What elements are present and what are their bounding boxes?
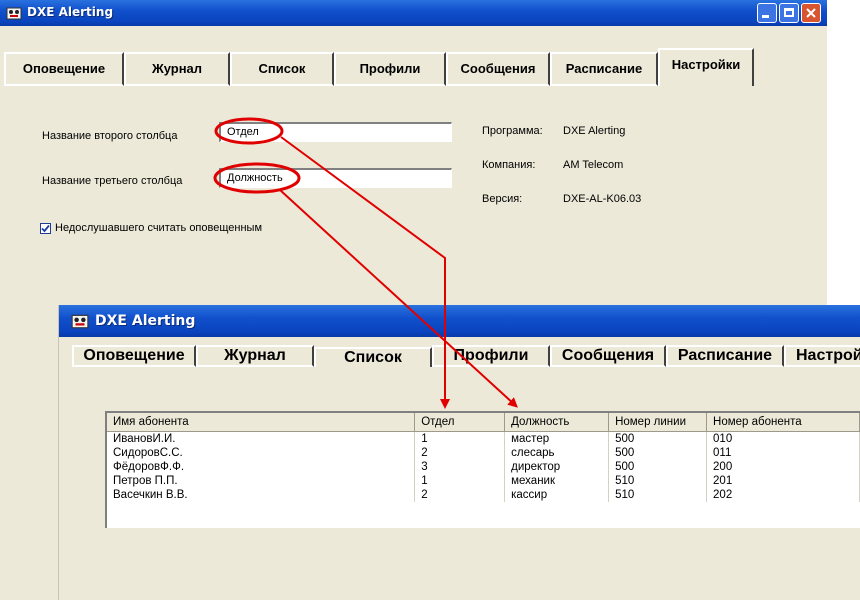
tab-schedule[interactable]: Расписание xyxy=(550,52,658,86)
tab-journal[interactable]: Журнал xyxy=(196,345,314,367)
table-row[interactable]: ИвановИ.И. 1 мастер 500 010 xyxy=(107,431,860,446)
tab-list[interactable]: Список xyxy=(230,52,334,86)
tab-profiles[interactable]: Профили xyxy=(334,52,446,86)
column-header-line-number[interactable]: Номер линии xyxy=(608,413,708,432)
tab-settings-label: Настройки xyxy=(796,347,860,364)
window-title: DXE Alerting xyxy=(27,5,114,19)
cell-name: ИвановИ.И. xyxy=(107,431,416,446)
table-row[interactable]: ФёдоровФ.Ф. 3 директор 500 200 xyxy=(107,460,860,474)
cell-position: кассир xyxy=(504,488,610,502)
close-icon xyxy=(806,8,816,18)
tab-settings[interactable]: Настройки xyxy=(658,48,754,86)
cell-line-number: 510 xyxy=(608,488,708,502)
cell-department: 1 xyxy=(414,431,506,446)
tab-bar: Оповещение Журнал Список Профили Сообщен… xyxy=(4,48,754,86)
cell-position: слесарь xyxy=(504,446,610,460)
maximize-button[interactable] xyxy=(779,3,799,23)
tab-list[interactable]: Список xyxy=(314,347,432,367)
cell-name: ФёдоровФ.Ф. xyxy=(107,460,416,474)
cell-line-number: 500 xyxy=(608,431,708,446)
cell-department: 2 xyxy=(414,446,506,460)
cell-line-number: 510 xyxy=(608,474,708,488)
check-icon xyxy=(41,224,50,233)
tab-alerting[interactable]: Оповещение xyxy=(72,345,196,367)
cell-line-number: 500 xyxy=(608,446,708,460)
app-icon xyxy=(6,7,22,20)
cell-name: СидоровС.С. xyxy=(107,446,416,460)
cell-position: мастер xyxy=(504,431,610,446)
title-bar[interactable]: DXE Alerting xyxy=(0,0,827,26)
cell-subscriber-number: 202 xyxy=(706,488,860,502)
third-column-input[interactable]: Должность xyxy=(219,168,452,188)
minimize-button[interactable] xyxy=(757,3,777,23)
third-column-label: Название третьего столбца xyxy=(42,175,183,187)
column-header-department[interactable]: Отдел xyxy=(414,413,506,432)
count-partial-listeners-label: Недослушавшего считать оповещенным xyxy=(55,222,263,234)
tab-journal[interactable]: Журнал xyxy=(124,52,230,86)
app-icon xyxy=(71,314,89,329)
company-value: AM Telecom xyxy=(563,159,624,171)
tab-alerting[interactable]: Оповещение xyxy=(4,52,124,86)
table-row[interactable]: Петров П.П. 1 механик 510 201 xyxy=(107,474,860,488)
table-row[interactable]: Васечкин В.В. 2 кассир 510 202 xyxy=(107,488,860,502)
cell-line-number: 500 xyxy=(608,460,708,474)
tab-profiles[interactable]: Профили xyxy=(432,345,550,367)
cell-subscriber-number: 010 xyxy=(706,431,860,446)
window-title: DXE Alerting xyxy=(95,313,196,329)
cell-position: директор xyxy=(504,460,610,474)
cell-department: 2 xyxy=(414,488,506,502)
second-column-label: Название второго столбца xyxy=(42,130,178,142)
cell-subscriber-number: 201 xyxy=(706,474,860,488)
list-tab-bar: Оповещение Журнал Список Профили Сообщен… xyxy=(72,345,860,367)
cell-department: 3 xyxy=(414,460,506,474)
version-value: DXE-AL-K06.03 xyxy=(563,193,642,205)
subscriber-table[interactable]: Имя абонента Отдел Должность Номер линии… xyxy=(105,411,860,528)
tab-settings-partial[interactable]: Настройки xyxy=(784,345,860,367)
close-button[interactable] xyxy=(801,3,821,23)
cell-name: Петров П.П. xyxy=(107,474,416,488)
cell-department: 1 xyxy=(414,474,506,488)
version-label: Версия: xyxy=(482,193,523,205)
tab-messages[interactable]: Сообщения xyxy=(550,345,666,367)
company-label: Компания: xyxy=(482,159,536,171)
cell-subscriber-number: 011 xyxy=(706,446,860,460)
column-header-position[interactable]: Должность xyxy=(504,413,610,432)
second-column-input[interactable]: Отдел xyxy=(219,122,452,142)
column-header-name[interactable]: Имя абонента xyxy=(107,413,416,432)
cell-subscriber-number: 200 xyxy=(706,460,860,474)
title-bar[interactable]: DXE Alerting xyxy=(59,305,860,337)
program-value: DXE Alerting xyxy=(563,125,626,137)
table-row[interactable]: СидоровС.С. 2 слесарь 500 011 xyxy=(107,446,860,460)
count-partial-listeners-checkbox[interactable] xyxy=(40,223,51,234)
cell-position: механик xyxy=(504,474,610,488)
tab-schedule[interactable]: Расписание xyxy=(666,345,784,367)
cell-name: Васечкин В.В. xyxy=(107,488,416,502)
table-header: Имя абонента Отдел Должность Номер линии… xyxy=(107,413,860,432)
program-label: Программа: xyxy=(482,125,543,137)
tab-messages[interactable]: Сообщения xyxy=(446,52,550,86)
column-header-subscriber-number[interactable]: Номер абонента xyxy=(706,413,860,432)
